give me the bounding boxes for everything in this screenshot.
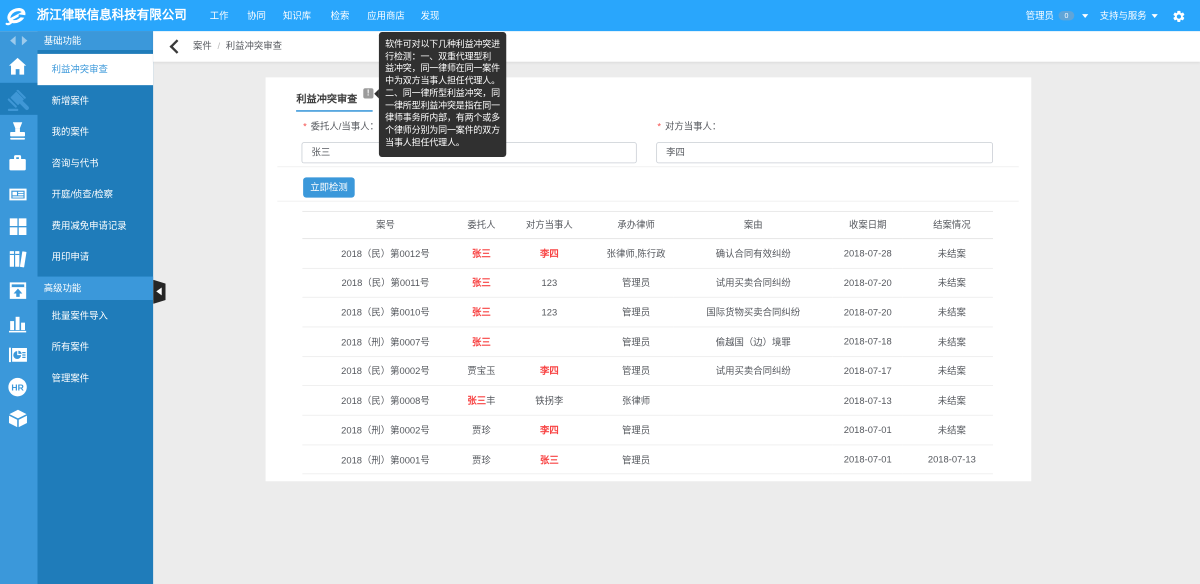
svg-text:HR: HR [11,382,24,392]
